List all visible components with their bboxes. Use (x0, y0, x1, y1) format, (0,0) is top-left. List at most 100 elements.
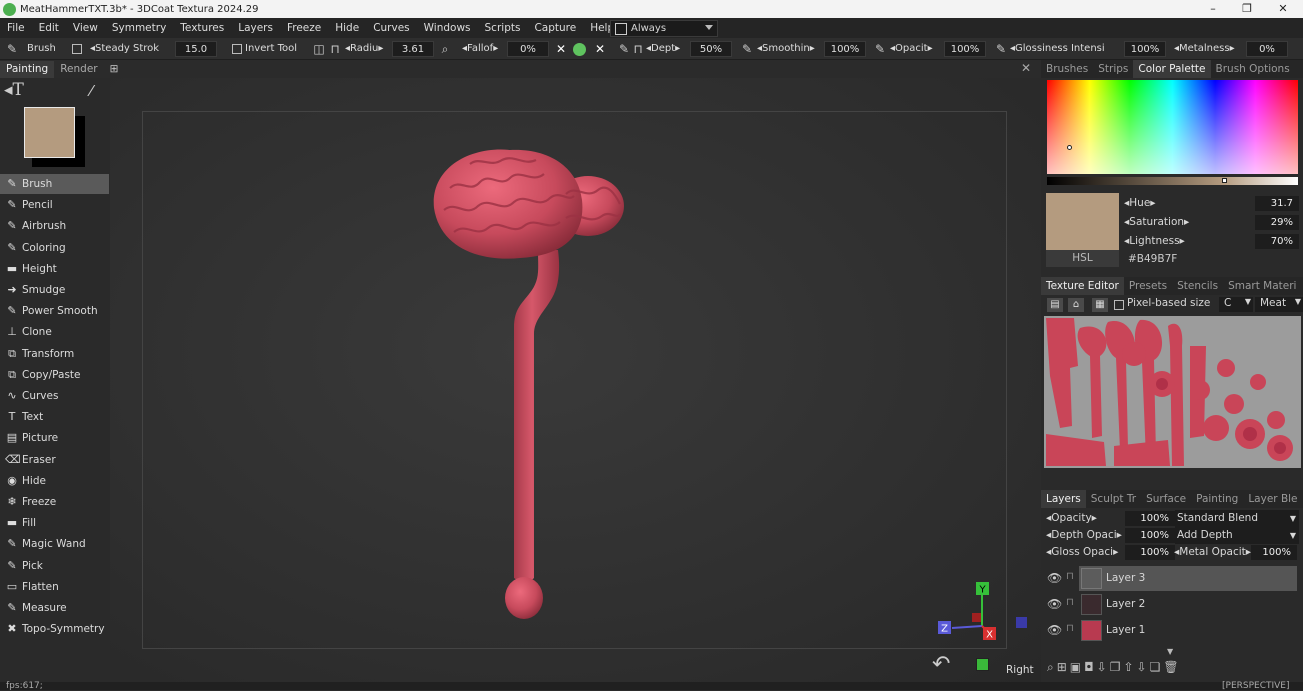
undo-arrow-icon[interactable]: ↶ (932, 652, 950, 677)
steady-stroke-checkbox[interactable] (72, 44, 82, 54)
tool-height[interactable]: ▬ Height (0, 259, 109, 279)
tab-smart-materials[interactable]: Smart Materi (1223, 277, 1301, 295)
menu-curves[interactable]: Curves (366, 22, 416, 34)
lock-icon[interactable]: ⊓ (1066, 571, 1074, 582)
menu-windows[interactable]: Windows (417, 22, 478, 34)
color-picker-marker[interactable] (1067, 145, 1072, 150)
depth-value[interactable]: 50% (690, 41, 732, 57)
color-spectrum-picker[interactable] (1047, 80, 1298, 174)
tool-brush[interactable]: ✎ Brush (0, 174, 109, 194)
tool-coloring[interactable]: ✎ Coloring (0, 238, 109, 258)
hex-color-value[interactable]: #B49B7F (1128, 251, 1177, 268)
tab-strips[interactable]: Strips (1093, 60, 1133, 78)
always-dropdown[interactable]: Always (610, 20, 718, 37)
layer-row-1[interactable]: 👁 ⊓ Layer 1 (1041, 618, 1299, 642)
tool-hide[interactable]: ◉ Hide (0, 471, 109, 491)
tool-topo-symmetry[interactable]: ✖ Topo-Symmetry (0, 619, 109, 639)
menu-hide[interactable]: Hide (328, 22, 366, 34)
merge-down-icon[interactable]: ⇩ (1097, 660, 1110, 674)
search-icon[interactable]: ⌕ (1047, 660, 1057, 674)
layer-opacity-value[interactable]: 100% (1125, 511, 1175, 526)
layer-row-3[interactable]: 👁 ⊓ Layer 3 (1041, 566, 1299, 591)
tab-painting-layers[interactable]: Painting (1191, 490, 1243, 508)
saturation-value[interactable]: 29% (1255, 215, 1299, 230)
duplicate-icon[interactable]: ❐ (1110, 660, 1124, 674)
tool-clone[interactable]: ⊥ Clone (0, 322, 109, 342)
add-folder-icon[interactable]: ▣ (1070, 660, 1084, 674)
mouse-icon[interactable]: ◫ (312, 42, 326, 56)
tab-texture-editor[interactable]: Texture Editor (1041, 277, 1124, 295)
eye-icon[interactable]: 👁 (1047, 597, 1062, 611)
text-tool-icon[interactable]: ◂T (4, 80, 24, 100)
tool-picture[interactable]: ▤ Picture (0, 428, 109, 448)
depth-lock-icon[interactable]: ⊓ (631, 42, 645, 56)
metal-opacity-value[interactable]: 100% (1251, 545, 1297, 560)
tool-fill[interactable]: ▬ Fill (0, 513, 109, 533)
tab-stencils[interactable]: Stencils (1172, 277, 1223, 295)
material-dropdown[interactable]: Meat ▼ (1255, 297, 1303, 312)
tool-measure[interactable]: ✎ Measure (0, 598, 109, 618)
menu-scripts[interactable]: Scripts (478, 22, 528, 34)
maximize-button[interactable]: ❐ (1230, 0, 1264, 18)
lightness-slider-handle[interactable] (1222, 178, 1227, 183)
tab-layers[interactable]: Layers (1041, 490, 1086, 508)
layer-row-2[interactable]: 👁 ⊓ Layer 2 (1041, 592, 1299, 616)
tool-freeze[interactable]: ❄ Freeze (0, 492, 109, 512)
glossiness-value[interactable]: 100% (1124, 41, 1166, 57)
move-up-icon[interactable]: ⇧ (1123, 660, 1136, 674)
invert-tool-checkbox[interactable] (232, 44, 242, 54)
tool-pick[interactable]: ✎ Pick (0, 556, 109, 576)
falloff-value[interactable]: 0% (507, 41, 549, 57)
tab-sculpt-tree[interactable]: Sculpt Tr (1086, 490, 1141, 508)
lock-icon[interactable]: ⊓ (1066, 597, 1074, 608)
menu-freeze[interactable]: Freeze (280, 22, 328, 34)
tool-eraser[interactable]: ⌫ Eraser (0, 450, 109, 470)
mask-icon[interactable]: ◘ (1084, 660, 1097, 674)
menu-textures[interactable]: Textures (173, 22, 231, 34)
home-icon[interactable]: ⌂ (1068, 298, 1084, 312)
tool-smudge[interactable]: ➜ Smudge (0, 280, 109, 300)
tab-render[interactable]: Render (54, 61, 103, 78)
tool-transform[interactable]: ⧉ Transform (0, 344, 109, 364)
tool-pencil[interactable]: ✎ Pencil (0, 195, 109, 215)
channel-dropdown[interactable]: C ▼ (1219, 297, 1253, 312)
menu-capture[interactable]: Capture (527, 22, 583, 34)
close-window-button[interactable]: ✕ (1266, 0, 1300, 18)
x-icon-2[interactable]: ✕ (593, 42, 607, 56)
steady-stroke-value[interactable]: 15.0 (175, 41, 217, 57)
tool-power-smooth[interactable]: ✎ Power Smooth (0, 301, 109, 321)
close-viewport-icon[interactable]: ✕ (1021, 61, 1031, 75)
tool-copy-paste[interactable]: ⧉ Copy/Paste (0, 365, 109, 385)
hue-value[interactable]: 31.7 (1255, 196, 1299, 211)
add-tab-icon[interactable]: ⊞ (104, 61, 125, 78)
green-dot-icon[interactable] (573, 43, 586, 56)
always-checkbox[interactable] (615, 22, 627, 35)
slash-icon[interactable]: ⁄ (90, 82, 93, 100)
lock-icon[interactable]: ⊓ (328, 42, 342, 56)
axis-gizmo[interactable]: Y Z X (932, 578, 1032, 648)
pixel-based-checkbox[interactable] (1114, 300, 1124, 310)
pen-pressure-icon[interactable]: ⌕ (438, 42, 452, 56)
tool-magic-wand[interactable]: ✎ Magic Wand (0, 534, 109, 554)
minimize-button[interactable]: – (1196, 0, 1230, 18)
depth-mode-dropdown[interactable]: Add Depth ▼ (1175, 527, 1299, 544)
eye-icon[interactable]: 👁 (1047, 623, 1062, 637)
tab-layer-blend[interactable]: Layer Ble (1243, 490, 1302, 508)
gloss-opacity-value[interactable]: 100% (1125, 545, 1175, 560)
file-icon[interactable]: ▤ (1047, 298, 1063, 312)
color-mode-button[interactable]: HSL (1046, 250, 1119, 267)
menu-symmetry[interactable]: Symmetry (105, 22, 173, 34)
tab-brushes[interactable]: Brushes (1041, 60, 1093, 78)
opacity-value[interactable]: 100% (944, 41, 986, 57)
smoothing-value[interactable]: 100% (824, 41, 866, 57)
tab-presets[interactable]: Presets (1124, 277, 1172, 295)
scroll-down-icon[interactable]: ▼ (1167, 647, 1173, 656)
menu-layers[interactable]: Layers (231, 22, 280, 34)
tab-painting[interactable]: Painting (0, 61, 55, 78)
tab-brush-options[interactable]: Brush Options (1211, 60, 1295, 78)
tool-airbrush[interactable]: ✎ Airbrush (0, 216, 109, 236)
blend-mode-dropdown[interactable]: Standard Blend ▼ (1175, 510, 1299, 527)
tool-flatten[interactable]: ▭ Flatten (0, 577, 109, 597)
uv-texture-preview[interactable] (1044, 316, 1301, 468)
menu-view[interactable]: View (66, 22, 105, 34)
